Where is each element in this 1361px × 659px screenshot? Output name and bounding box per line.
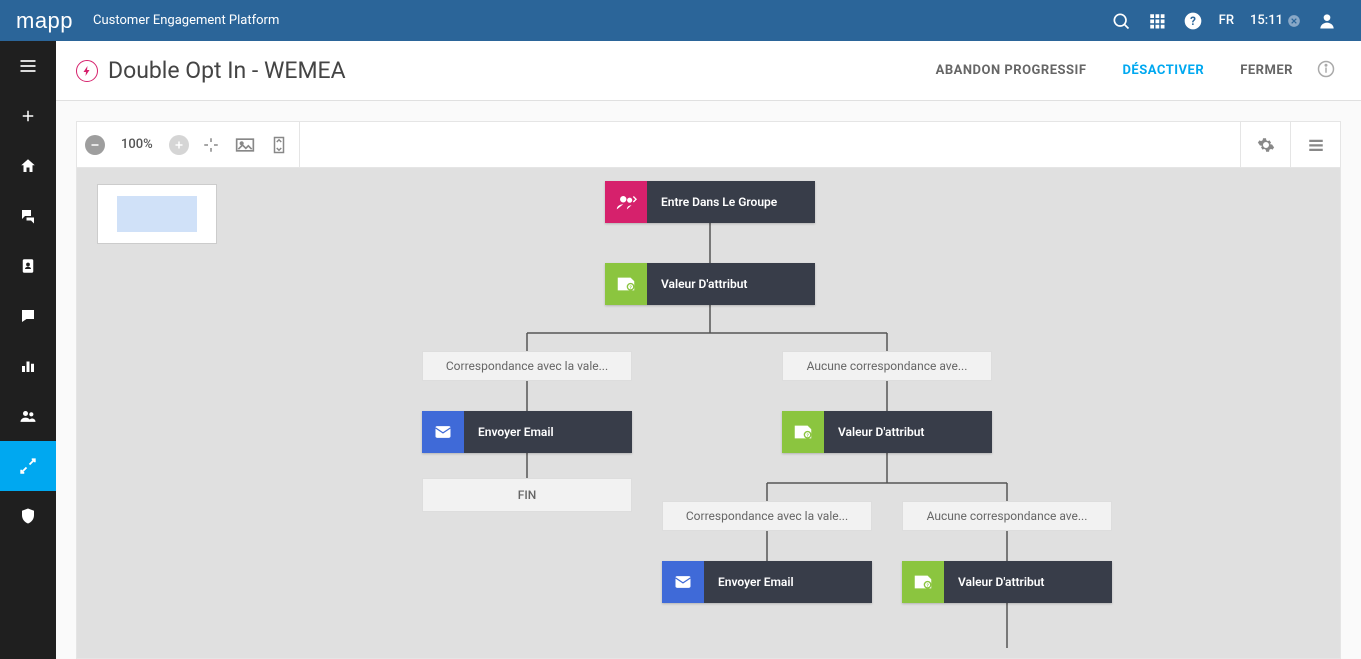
email-icon bbox=[422, 411, 464, 453]
node-email-1[interactable]: Envoyer Email bbox=[422, 411, 632, 453]
nav-security-icon[interactable] bbox=[0, 491, 56, 541]
zoom-out-icon[interactable] bbox=[85, 135, 105, 155]
node-end[interactable]: FIN bbox=[422, 478, 632, 512]
brand-logo: mapp bbox=[16, 8, 73, 34]
attribute-icon: ? bbox=[782, 411, 824, 453]
fit-height-icon[interactable] bbox=[267, 133, 291, 157]
page-title: Double Opt In - WEMEA bbox=[108, 57, 346, 84]
platform-name: Customer Engagement Platform bbox=[93, 13, 279, 28]
user-icon[interactable] bbox=[1309, 3, 1345, 39]
main-content: Double Opt In - WEMEA ABANDON PROGRESSIF… bbox=[56, 41, 1361, 659]
nav-audience-icon[interactable] bbox=[0, 391, 56, 441]
help-icon[interactable]: ? bbox=[1175, 3, 1211, 39]
diagram-area[interactable]: Entre Dans Le Groupe ? Valeur D'attribut… bbox=[77, 168, 1340, 658]
zoom-level: 100% bbox=[115, 137, 159, 152]
left-rail bbox=[0, 41, 56, 659]
info-icon[interactable] bbox=[1311, 60, 1341, 82]
node-attribute-2[interactable]: ? Valeur D'attribut bbox=[782, 411, 992, 453]
whiteboard-bolt-icon bbox=[76, 60, 98, 82]
branch-match-1[interactable]: Correspondance avec la vale... bbox=[422, 351, 632, 381]
attribute-icon: ? bbox=[605, 263, 647, 305]
nav-menu-icon[interactable] bbox=[0, 41, 56, 91]
action-abandon[interactable]: ABANDON PROGRESSIF bbox=[918, 63, 1105, 78]
nav-add-icon[interactable] bbox=[0, 91, 56, 141]
nav-analytics-icon[interactable] bbox=[0, 341, 56, 391]
node-trigger[interactable]: Entre Dans Le Groupe bbox=[605, 181, 815, 223]
clock: 15:11 bbox=[1242, 13, 1309, 28]
minimap[interactable] bbox=[97, 184, 217, 244]
branch-match-2[interactable]: Correspondance avec la vale... bbox=[662, 501, 872, 531]
svg-text:?: ? bbox=[1190, 14, 1196, 28]
nav-home-icon[interactable] bbox=[0, 141, 56, 191]
title-bar: Double Opt In - WEMEA ABANDON PROGRESSIF… bbox=[56, 41, 1361, 101]
center-icon[interactable] bbox=[199, 133, 223, 157]
action-close[interactable]: FERMER bbox=[1222, 63, 1311, 78]
canvas-toolbar: 100% bbox=[77, 122, 1340, 168]
apps-icon[interactable] bbox=[1139, 3, 1175, 39]
settings-icon[interactable] bbox=[1240, 122, 1290, 167]
node-attribute-3[interactable]: ? Valeur D'attribut bbox=[902, 561, 1112, 603]
zoom-in-icon[interactable] bbox=[169, 135, 189, 155]
branch-nomatch-1[interactable]: Aucune correspondance ave... bbox=[782, 351, 992, 381]
action-disable[interactable]: DÉSACTIVER bbox=[1104, 63, 1222, 78]
nav-whiteboard-icon[interactable] bbox=[0, 441, 56, 491]
clock-close-icon[interactable] bbox=[1287, 14, 1301, 28]
nav-contacts-icon[interactable] bbox=[0, 241, 56, 291]
fit-width-icon[interactable] bbox=[233, 133, 257, 157]
nav-message-icon[interactable] bbox=[0, 291, 56, 341]
node-email-2[interactable]: Envoyer Email bbox=[662, 561, 872, 603]
group-enter-icon bbox=[605, 181, 647, 223]
branch-nomatch-2[interactable]: Aucune correspondance ave... bbox=[902, 501, 1112, 531]
nav-chat-icon[interactable] bbox=[0, 191, 56, 241]
top-header: mapp Customer Engagement Platform ? FR 1… bbox=[0, 0, 1361, 41]
list-view-icon[interactable] bbox=[1290, 122, 1340, 167]
search-icon[interactable] bbox=[1103, 3, 1139, 39]
language-selector[interactable]: FR bbox=[1211, 13, 1242, 28]
canvas: 100% bbox=[76, 121, 1341, 659]
node-attribute-1[interactable]: ? Valeur D'attribut bbox=[605, 263, 815, 305]
email-icon bbox=[662, 561, 704, 603]
attribute-icon: ? bbox=[902, 561, 944, 603]
